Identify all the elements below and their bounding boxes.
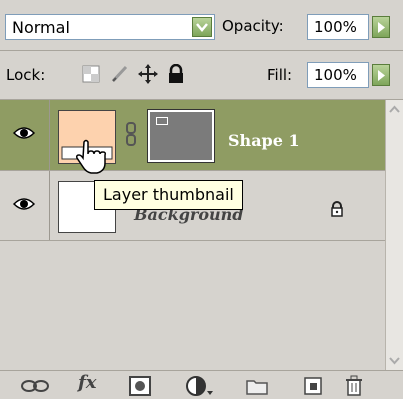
layer-list: Shape 1 Background bbox=[0, 100, 385, 370]
folder-icon[interactable] bbox=[245, 375, 269, 397]
layers-panel: Normal Opacity: 100% Lock: Fill: 100% Sh… bbox=[0, 0, 403, 399]
hand-cursor-icon bbox=[76, 139, 106, 174]
visibility-toggle[interactable] bbox=[0, 171, 50, 240]
blend-mode-value: Normal bbox=[12, 18, 70, 37]
eye-icon bbox=[13, 198, 35, 210]
opacity-input[interactable]: 100% bbox=[307, 14, 369, 40]
vector-mask-thumbnail[interactable] bbox=[147, 109, 215, 163]
layers-toolbar: fx bbox=[0, 370, 403, 399]
lock-transparent-pixels-icon[interactable] bbox=[82, 64, 102, 84]
visibility-toggle[interactable] bbox=[0, 100, 50, 170]
blend-opacity-row: Normal Opacity: 100% bbox=[0, 0, 403, 50]
link-chain-icon[interactable] bbox=[124, 122, 138, 146]
tooltip: Layer thumbnail bbox=[94, 180, 243, 210]
mask-marker bbox=[156, 117, 168, 125]
eye-icon bbox=[13, 127, 35, 139]
lock-icon bbox=[331, 201, 343, 217]
scrollbar[interactable] bbox=[385, 100, 403, 370]
trash-icon[interactable] bbox=[343, 375, 365, 397]
link-layers-icon[interactable] bbox=[20, 375, 50, 397]
opacity-label: Opacity: bbox=[222, 17, 284, 35]
layer-name[interactable]: Shape 1 bbox=[228, 131, 300, 150]
lock-position-icon[interactable] bbox=[138, 64, 158, 84]
layer-row-shape-1[interactable]: Shape 1 bbox=[0, 100, 385, 170]
scroll-up-icon[interactable] bbox=[386, 102, 403, 118]
divider bbox=[0, 240, 385, 241]
new-layer-icon[interactable] bbox=[302, 375, 324, 397]
fill-label: Fill: bbox=[267, 66, 293, 84]
lock-all-icon[interactable] bbox=[166, 63, 186, 84]
opacity-slider-arrow-icon[interactable] bbox=[372, 16, 390, 38]
add-mask-icon[interactable] bbox=[128, 375, 152, 397]
lock-label: Lock: bbox=[6, 66, 46, 84]
divider bbox=[0, 50, 403, 51]
lock-image-pixels-icon[interactable] bbox=[110, 64, 130, 84]
adjustment-layer-icon[interactable] bbox=[185, 375, 213, 397]
fx-icon[interactable]: fx bbox=[78, 372, 96, 394]
fill-input[interactable]: 100% bbox=[307, 62, 369, 88]
blend-mode-dropdown[interactable]: Normal bbox=[5, 14, 215, 40]
chevron-down-icon[interactable] bbox=[192, 17, 212, 37]
fill-slider-arrow-icon[interactable] bbox=[372, 64, 390, 86]
scroll-down-icon[interactable] bbox=[386, 352, 403, 368]
